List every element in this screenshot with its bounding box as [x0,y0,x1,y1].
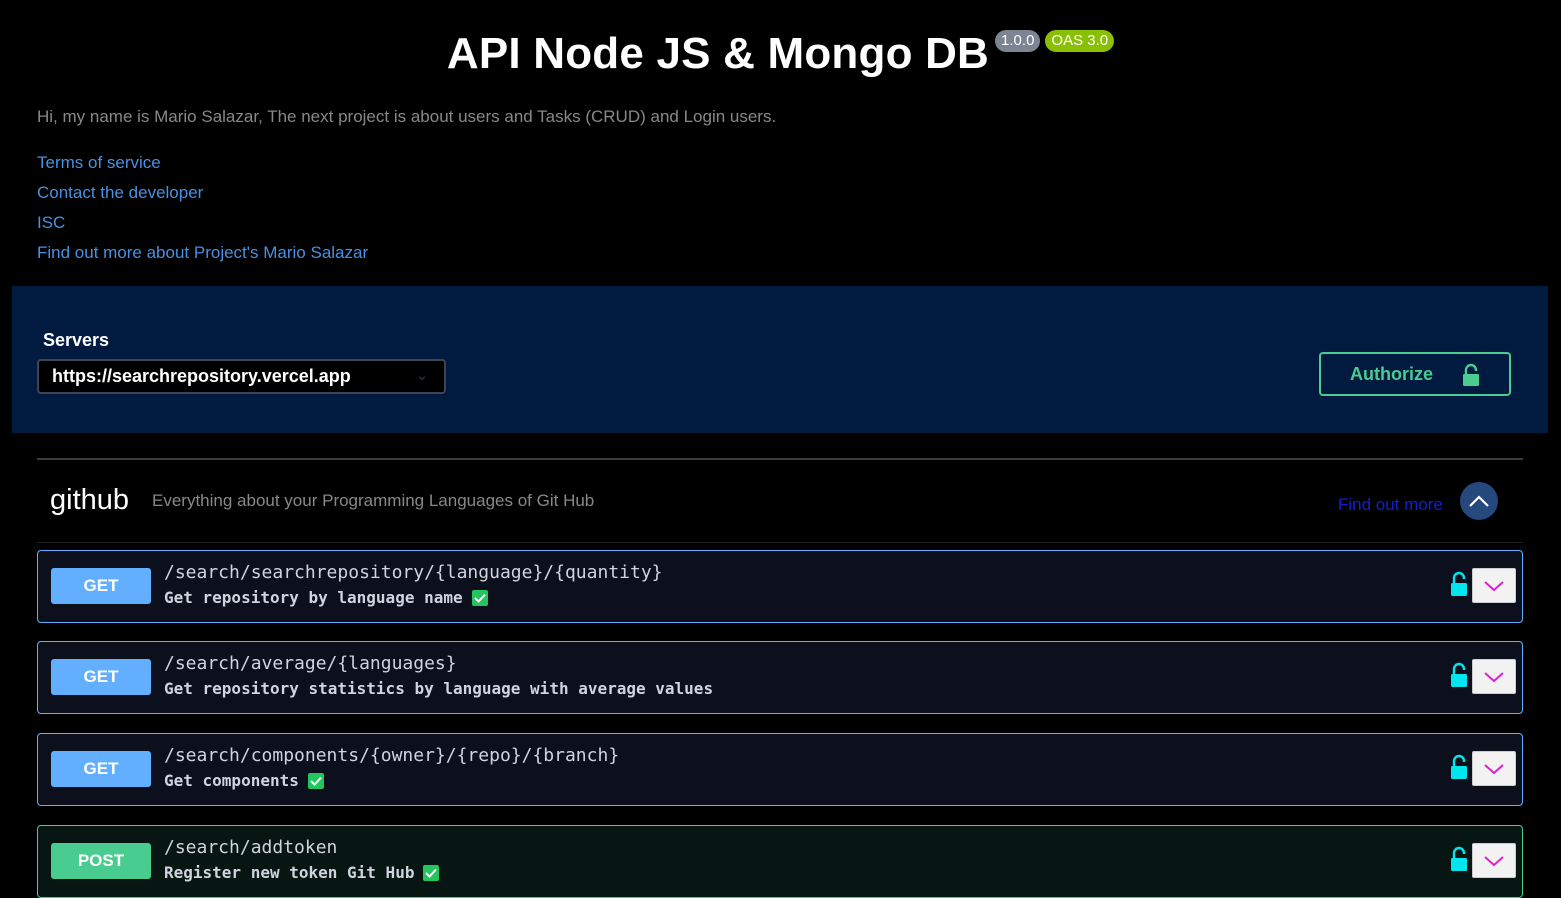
contact-link[interactable]: Contact the developer [37,178,368,208]
operation-get-searchrepository[interactable]: GET /search/searchrepository/{language}/… [37,550,1523,623]
server-select[interactable]: https://searchrepository.vercel.app ⌄ [37,359,446,394]
license-link[interactable]: ISC [37,208,368,238]
method-badge: POST [51,843,151,879]
section-divider [37,458,1523,460]
authorize-button[interactable]: Authorize [1319,352,1511,396]
external-docs-link[interactable]: Find out more about Project's Mario Sala… [37,238,368,268]
operation-summary-text: Get components [164,771,299,790]
operation-path: /search/components/{owner}/{repo}/{branc… [164,745,620,766]
title-row: API Node JS & Mongo DB 1.0.0 OAS 3.0 [0,26,1561,82]
operation-get-average[interactable]: GET /search/average/{languages} Get repo… [37,641,1523,714]
chevron-down-icon: ⌄ [416,367,428,383]
operation-post-addtoken[interactable]: POST /search/addtoken Register new token… [37,825,1523,898]
expand-operation-button[interactable] [1472,843,1516,878]
operation-summary: Get repository statistics by language wi… [164,679,713,698]
info-links: Terms of service Contact the developer I… [37,148,368,268]
version-badge: 1.0.0 [995,30,1041,52]
operation-summary: Register new token Git Hub [164,863,440,882]
chevron-down-icon [1484,763,1504,774]
page-title: API Node JS & Mongo DB [446,29,990,78]
lock-icon[interactable] [1450,571,1468,597]
checkbox-checked-icon [471,589,488,606]
expand-operation-button[interactable] [1472,751,1516,786]
operation-path: /search/addtoken [164,837,338,858]
find-out-more-link[interactable]: Find out more [1338,495,1443,515]
checkbox-checked-icon [423,864,440,881]
lock-icon[interactable] [1450,754,1468,780]
operation-summary: Get components [164,771,324,790]
lock-icon[interactable] [1450,662,1468,688]
oas-badge: OAS 3.0 [1045,30,1115,52]
authorize-label: Authorize [1350,363,1433,384]
operation-summary-text: Get repository by language name [164,588,463,607]
expand-operation-button[interactable] [1472,568,1516,603]
expand-operation-button[interactable] [1472,659,1516,694]
operation-path: /search/average/{languages} [164,653,457,674]
terms-link[interactable]: Terms of service [37,148,368,178]
servers-panel: Servers https://searchrepository.vercel.… [12,286,1548,433]
server-select-value: https://searchrepository.vercel.app [52,366,351,386]
collapse-tag-button[interactable] [1460,482,1498,520]
operation-path: /search/searchrepository/{language}/{qua… [164,562,663,583]
chevron-down-icon [1484,855,1504,866]
operation-summary-text: Get repository statistics by language wi… [164,679,714,698]
checkbox-checked-icon [307,772,324,789]
lock-icon [1463,363,1479,386]
method-badge: GET [51,751,151,787]
chevron-down-icon [1484,671,1504,682]
tag-description: Everything about your Programming Langua… [152,491,595,510]
method-badge: GET [51,659,151,695]
servers-label: Servers [43,330,110,350]
chevron-up-icon [1469,495,1489,507]
lock-icon[interactable] [1450,846,1468,872]
operation-summary-text: Register new token Git Hub [164,863,415,882]
tag-name: github [50,484,130,516]
chevron-down-icon [1484,580,1504,591]
operation-get-components[interactable]: GET /search/components/{owner}/{repo}/{b… [37,733,1523,806]
method-badge: GET [51,568,151,604]
operation-summary: Get repository by language name [164,588,488,607]
tag-github[interactable]: github Everything about your Programming… [37,470,1523,543]
api-description: Hi, my name is Mario Salazar, The next p… [37,107,777,126]
